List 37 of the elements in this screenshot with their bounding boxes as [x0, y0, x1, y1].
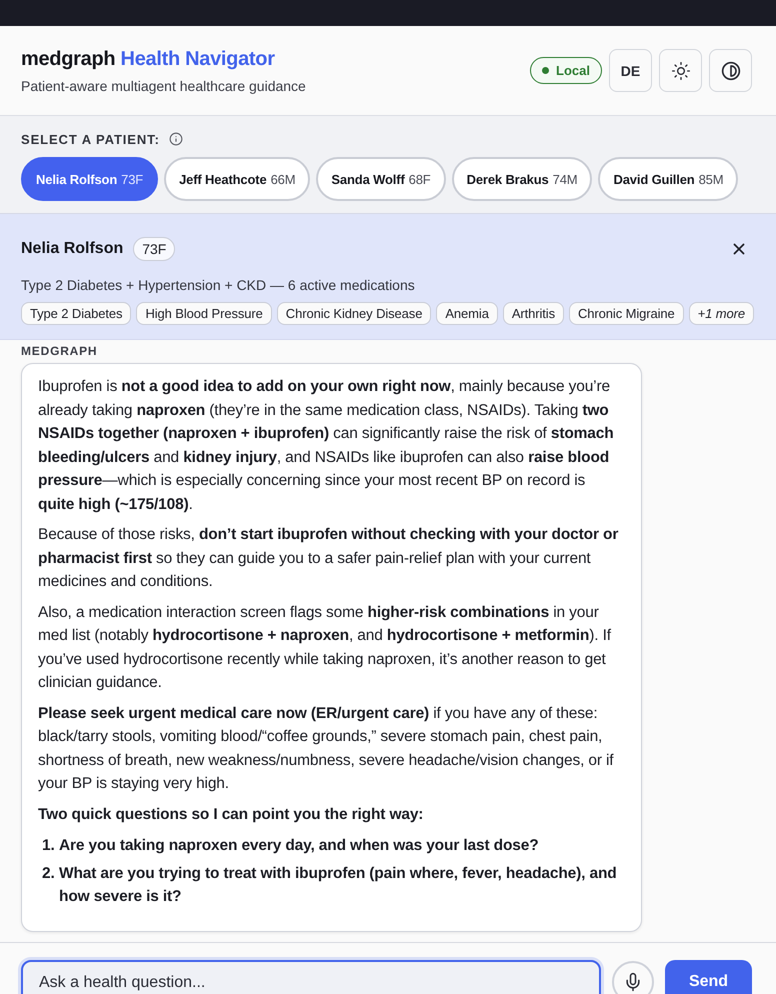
- condition-tag: Type 2 Diabetes: [21, 302, 132, 325]
- patient-pill[interactable]: Nelia Rolfson 73F: [21, 157, 158, 201]
- status-dot-icon: [542, 67, 550, 74]
- patient-pill[interactable]: Sanda Wolff 68F: [316, 157, 446, 201]
- sun-icon: [670, 60, 690, 80]
- app-subtitle: Patient-aware multiagent healthcare guidance: [21, 78, 306, 94]
- question-list-item: 2. What are you trying to treat with ibuprofen (pain where, fever, headache), and how severe is it?: [41, 864, 618, 907]
- condition-tag: Anemia: [436, 302, 498, 325]
- condition-tag: Arthritis: [502, 302, 564, 325]
- contrast-button[interactable]: [709, 49, 752, 92]
- condition-tag: High Blood Pressure: [136, 302, 272, 325]
- language-button[interactable]: DE: [609, 49, 652, 92]
- picker-label: SELECT A PATIENT:: [21, 132, 160, 146]
- age-badge: 73F: [133, 237, 176, 261]
- patient-pill[interactable]: Jeff Heathcote 66M: [164, 157, 310, 201]
- patient-summary: Type 2 Diabetes + Hypertension + CKD — 6 active medications: [21, 277, 416, 294]
- message-heading: Two quick questions so I can point you the right way:: [38, 804, 424, 824]
- message-paragraph: Ibuprofen is not a good idea to add on your own right now, mainly because you’re already taking naproxen (they’re in the same medication class, NSAIDs). Taking two NSAIDs together (naproxen + ibuprofen) can significantly raise the risk of stomach bleeding/ulcers and kidney injury, and NSAIDs like ibuprofen can also raise blood pressure—which is especially concerning since your most recent BP on record is quite high (~175/108).: [38, 377, 615, 514]
- patient-name: Nelia Rolfson: [21, 240, 124, 258]
- more-tag[interactable]: +1 more: [688, 302, 754, 325]
- question-list-item: 1. Are you taking naproxen every day, and when was your last dose?: [41, 836, 540, 856]
- message-paragraph: Because of those risks, don’t start ibuprofen without checking with your doctor or pharmacist first so they can guide you to a safer pain-relief plan with your current medicines and conditions.: [38, 525, 620, 592]
- patient-pill[interactable]: David Guillen 85M: [598, 157, 738, 201]
- info-icon[interactable]: [168, 132, 183, 146]
- status-label: Local: [556, 63, 590, 78]
- app-title: medgraph Health Navigator: [21, 46, 276, 70]
- patient-pill[interactable]: Derek Brakus 74M: [452, 157, 592, 201]
- sender-label: MEDGRAPH: [21, 344, 98, 358]
- message-paragraph: Please seek urgent medical care now (ER/urgent care) if you have any of these: black/tarry stools, vomiting blood/“coffee grounds,” severe stomach pain, chest pain, shortness of breath, new weakness/numbness, severe headache/vision changes, or if your BP is staying very high.: [38, 704, 615, 794]
- condition-tag: Chronic Kidney Disease: [276, 302, 432, 325]
- theme-button[interactable]: [659, 49, 702, 92]
- question-input[interactable]: Ask a health question...: [21, 960, 601, 994]
- contrast-icon: [720, 60, 740, 80]
- send-button[interactable]: Send: [665, 960, 752, 994]
- microphone-button[interactable]: [612, 961, 654, 994]
- condition-tag: Chronic Migraine: [569, 302, 684, 325]
- message-paragraph: Also, a medication interaction screen flags some higher-risk combinations in your med list (notably hydrocortisone + naproxen, and hydrocortisone + metformin). If you’ve used hydrocortisone recently while taking naproxen, it’s another reason to get clinician guidance.: [38, 602, 612, 693]
